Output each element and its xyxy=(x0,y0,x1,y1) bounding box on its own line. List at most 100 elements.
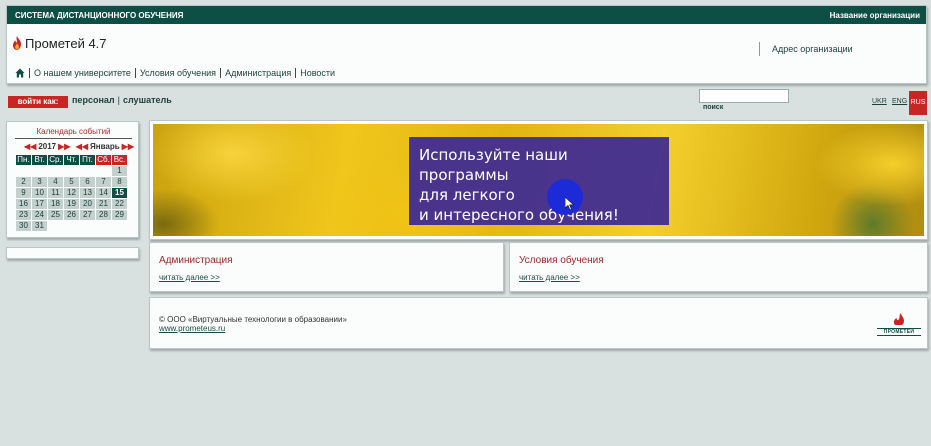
calendar-empty-cell xyxy=(64,221,79,231)
calendar-weekday: Вс. xyxy=(112,155,127,165)
promo-banner: Используйте наши программы для легкого и… xyxy=(149,120,928,240)
organization-address: Адрес организации xyxy=(759,42,853,56)
calendar-day[interactable]: 27 xyxy=(80,210,95,220)
calendar-day[interactable]: 10 xyxy=(32,188,47,198)
next-month-icon[interactable]: ▶▶ xyxy=(122,142,134,151)
calendar-empty-cell xyxy=(16,166,31,176)
calendar-day-today[interactable]: 15 xyxy=(112,188,127,198)
calendar-day[interactable]: 6 xyxy=(80,177,95,187)
prev-month-icon[interactable]: ◀◀ xyxy=(76,142,88,151)
calendar-nav: ◀◀ 2017 ▶▶ ◀◀ Январь ▶▶ xyxy=(24,142,134,151)
calendar-empty-cell xyxy=(80,221,95,231)
nav-item-news[interactable]: Новости xyxy=(295,68,339,78)
calendar-day[interactable]: 13 xyxy=(80,188,95,198)
calendar-day[interactable]: 9 xyxy=(16,188,31,198)
banner-line-3: и интересного обучения! xyxy=(419,206,619,224)
calendar-day[interactable]: 29 xyxy=(112,210,127,220)
cursor-highlight xyxy=(547,179,583,215)
calendar-empty-cell xyxy=(48,221,63,231)
calendar-day[interactable]: 14 xyxy=(96,188,111,198)
calendar-grid: Пн. Вт. Ср. Чт. Пт. Сб. Вс. 1 2 3 4 5 6 7 8 9 10 11 12 13 14… xyxy=(16,155,127,231)
calendar-year: 2017 xyxy=(38,142,57,151)
calendar-empty-cell xyxy=(64,166,79,176)
calendar-empty-cell xyxy=(32,166,47,176)
calendar-widget: Календарь событий ◀◀ 2017 ▶▶ ◀◀ Январь ▶… xyxy=(6,121,139,238)
system-title: СИСТЕМА ДИСТАНЦИОННОГО ОБУЧЕНИЯ xyxy=(15,10,184,20)
calendar-weekday: Пн. xyxy=(16,155,31,165)
calendar-day[interactable]: 11 xyxy=(48,188,63,198)
next-year-icon[interactable]: ▶▶ xyxy=(58,142,70,151)
calendar-day[interactable]: 3 xyxy=(32,177,47,187)
calendar-weekday: Сб. xyxy=(96,155,111,165)
calendar-weekday: Чт. xyxy=(64,155,79,165)
calendar-day[interactable]: 25 xyxy=(48,210,63,220)
calendar-day[interactable]: 19 xyxy=(64,199,79,209)
calendar-day[interactable]: 16 xyxy=(16,199,31,209)
nav-item-terms[interactable]: Условия обучения xyxy=(134,68,220,78)
calendar-day[interactable]: 22 xyxy=(112,199,127,209)
lang-eng[interactable]: ENG xyxy=(892,98,907,105)
calendar-empty-cell xyxy=(96,221,111,231)
login-links: персонал | слушатель xyxy=(72,95,172,105)
calendar-day[interactable]: 18 xyxy=(48,199,63,209)
footer-logo[interactable]: ПРОМЕТЕЙ xyxy=(877,313,921,336)
calendar-weekday: Пт. xyxy=(80,155,95,165)
login-as-label: войти как: xyxy=(8,96,68,108)
calendar-day[interactable]: 26 xyxy=(64,210,79,220)
copyright-text: © ООО «Виртуальные технологии в образова… xyxy=(159,315,347,324)
search-button[interactable]: поиск xyxy=(703,104,723,111)
calendar-day[interactable]: 28 xyxy=(96,210,111,220)
calendar-day[interactable]: 30 xyxy=(16,221,31,231)
calendar-day[interactable]: 1 xyxy=(112,166,127,176)
calendar-title: Календарь событий xyxy=(15,127,132,139)
banner-line-1: Используйте наши программы xyxy=(419,146,568,184)
sidebar-strip xyxy=(6,247,139,259)
header-card: СИСТЕМА ДИСТАНЦИОННОГО ОБУЧЕНИЯ Название… xyxy=(6,5,927,84)
organization-name[interactable]: Название организации xyxy=(830,11,920,20)
top-bar: СИСТЕМА ДИСТАНЦИОННОГО ОБУЧЕНИЯ Название… xyxy=(7,6,926,24)
search-input[interactable] xyxy=(699,89,789,103)
calendar-empty-cell xyxy=(48,166,63,176)
login-separator: | xyxy=(117,95,120,105)
read-more-link[interactable]: читать далее >> xyxy=(519,273,580,282)
nav-item-administration[interactable]: Администрация xyxy=(220,68,295,78)
lang-rus[interactable]: RUS xyxy=(909,91,927,115)
lang-ukr[interactable]: UKR xyxy=(872,98,887,105)
login-staff-link[interactable]: персонал xyxy=(72,95,115,105)
calendar-month: Январь xyxy=(90,142,120,151)
calendar-day[interactable]: 21 xyxy=(96,199,111,209)
calendar-day[interactable]: 12 xyxy=(64,188,79,198)
site-link[interactable]: www.prometeus.ru xyxy=(159,324,225,333)
calendar-day[interactable]: 4 xyxy=(48,177,63,187)
article-title[interactable]: Администрация xyxy=(159,255,233,266)
calendar-day[interactable]: 23 xyxy=(16,210,31,220)
article-terms: Условия обучения читать далее >> xyxy=(509,242,928,292)
calendar-day[interactable]: 31 xyxy=(32,221,47,231)
flame-icon xyxy=(13,36,21,50)
article-administration: Администрация читать далее >> xyxy=(149,242,504,292)
calendar-day[interactable]: 17 xyxy=(32,199,47,209)
banner-line-2: для легкого xyxy=(419,186,515,204)
banner-text-box: Используйте наши программы для легкого и… xyxy=(409,137,669,225)
calendar-day[interactable]: 2 xyxy=(16,177,31,187)
prometheus-logo[interactable]: Прометей 4.7 xyxy=(12,33,107,53)
calendar-day[interactable]: 7 xyxy=(96,177,111,187)
nav-item-about[interactable]: О нашем университете xyxy=(29,68,135,78)
calendar-day[interactable]: 20 xyxy=(80,199,95,209)
read-more-link[interactable]: читать далее >> xyxy=(159,273,220,282)
calendar-empty-cell xyxy=(80,166,95,176)
article-title[interactable]: Условия обучения xyxy=(519,255,604,266)
main-nav: О нашем университете Условия обучения Ад… xyxy=(15,67,339,79)
home-icon[interactable] xyxy=(15,68,25,78)
calendar-day[interactable]: 24 xyxy=(32,210,47,220)
footer: © ООО «Виртуальные технологии в образова… xyxy=(149,297,928,349)
banner-image: Используйте наши программы для легкого и… xyxy=(153,124,924,236)
prev-year-icon[interactable]: ◀◀ xyxy=(24,142,36,151)
calendar-weekday: Ср. xyxy=(48,155,63,165)
mouse-pointer-icon xyxy=(565,197,575,211)
calendar-day[interactable]: 8 xyxy=(112,177,127,187)
calendar-empty-cell xyxy=(112,221,127,231)
login-listener-link[interactable]: слушатель xyxy=(123,95,172,105)
flame-icon xyxy=(893,313,904,325)
calendar-day[interactable]: 5 xyxy=(64,177,79,187)
